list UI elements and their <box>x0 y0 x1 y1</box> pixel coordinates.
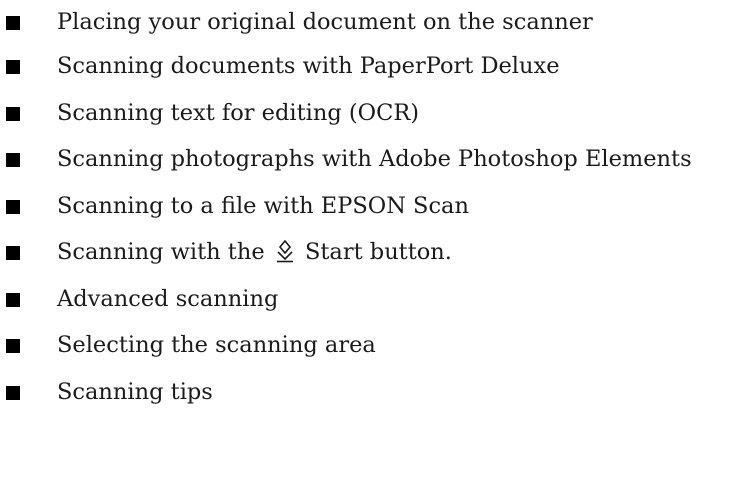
list-item-text-after: Start button. <box>304 239 452 266</box>
list-item-text: Placing your original document on the sc… <box>57 8 593 35</box>
list-item-text: Scanning documents with PaperPort Deluxe <box>57 53 560 80</box>
bullet-square-icon <box>6 292 20 307</box>
start-button-icon <box>276 240 293 263</box>
list-item-text: Scanning photographs with Adobe Photosho… <box>57 146 692 173</box>
bullet-square-icon <box>6 199 20 214</box>
bullet-square-icon <box>6 153 20 168</box>
list-item-text: Scanning text for editing (OCR) <box>57 99 420 126</box>
list-item-text: Scanning to a file with EPSON Scan <box>57 192 469 219</box>
list-item-text: Advanced scanning <box>57 285 279 312</box>
topic-list: Placing your original document on the sc… <box>0 0 750 415</box>
bullet-square-icon <box>6 339 20 354</box>
bullet-square-icon <box>6 106 20 121</box>
list-item: Advanced scanning <box>0 276 750 323</box>
list-item: Scanning to a file with EPSON Scan <box>0 183 750 230</box>
list-item: Scanning text for editing (OCR) <box>0 90 750 137</box>
list-item: Scanning with the Start button. <box>0 229 750 276</box>
list-item: Scanning documents with PaperPort Deluxe <box>0 43 750 90</box>
list-item: Scanning tips <box>0 369 750 416</box>
bullet-square-icon <box>6 246 20 261</box>
list-item: Scanning photographs with Adobe Photosho… <box>0 136 750 183</box>
list-item-text: Scanning tips <box>57 378 213 405</box>
list-item-text-before: Scanning with the <box>57 239 265 266</box>
bullet-square-icon <box>6 385 20 400</box>
list-item-text: Scanning with the Start button. <box>57 239 452 265</box>
list-item-text: Selecting the scanning area <box>57 332 376 359</box>
bullet-square-icon <box>6 60 20 75</box>
list-item: Placing your original document on the sc… <box>0 0 750 43</box>
bullet-square-icon <box>6 15 20 30</box>
list-item: Selecting the scanning area <box>0 322 750 369</box>
